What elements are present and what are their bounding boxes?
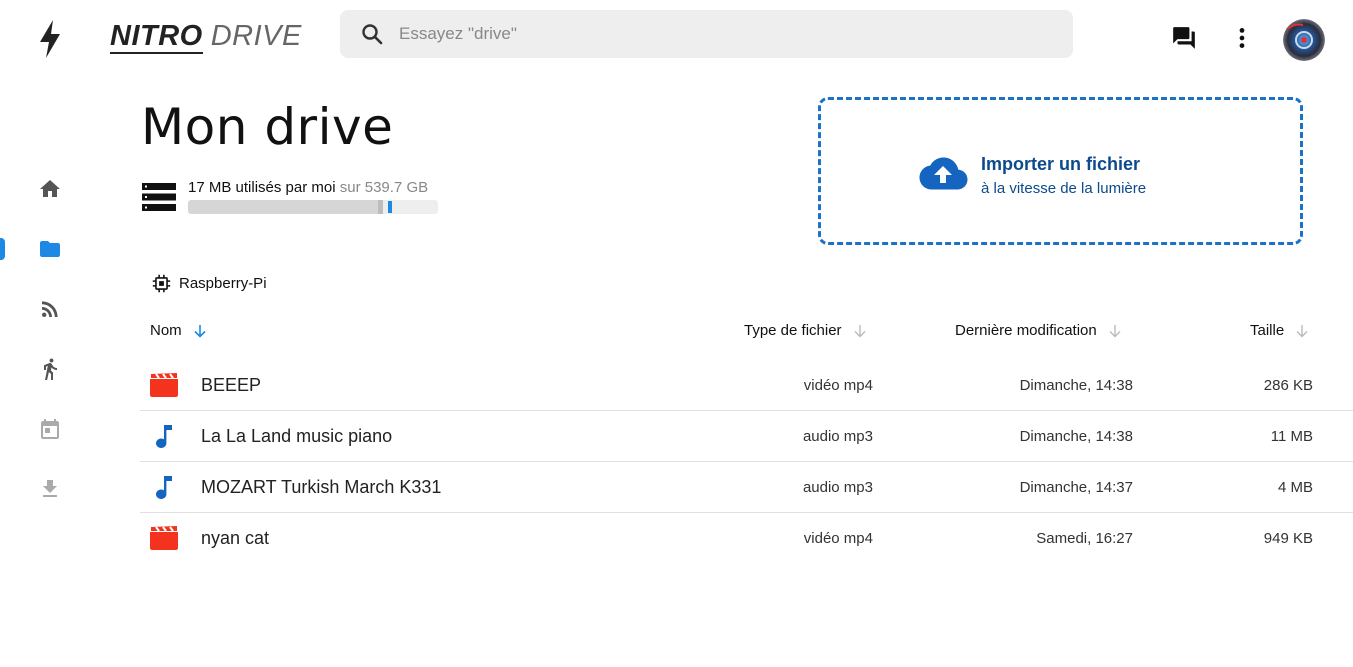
chip-icon: [152, 274, 171, 293]
file-name: BEEEP: [201, 375, 262, 395]
sidebar-active-indicator: [0, 238, 5, 260]
file-modified: Samedi, 16:27: [1036, 530, 1133, 547]
storage-progress-marker: [378, 200, 383, 214]
search-icon: [362, 24, 383, 45]
column-header-name[interactable]: Nom: [150, 322, 208, 339]
device-name: Raspberry-Pi: [179, 275, 267, 292]
file-modified: Dimanche, 14:37: [1019, 479, 1133, 496]
running-person-icon[interactable]: [38, 357, 62, 381]
page-title: Mon drive: [141, 98, 394, 156]
table-row[interactable]: nyan cat vidéo mp4 Samedi, 16:27 949 KB: [140, 513, 1353, 564]
column-header-modified[interactable]: Dernière modification: [955, 322, 1123, 339]
file-name: La La Land music piano: [201, 426, 393, 446]
storage-progress-fill: [188, 200, 378, 214]
file-modified: Dimanche, 14:38: [1019, 428, 1133, 445]
table-row[interactable]: BEEEP vidéo mp4 Dimanche, 14:38 286 KB: [140, 360, 1353, 411]
sort-arrow-down-icon: [1109, 324, 1121, 337]
video-icon: [150, 373, 178, 397]
column-label: Nom: [150, 322, 182, 339]
table-row[interactable]: MOZART Turkish March K331 audio mp3 Dima…: [140, 462, 1353, 513]
file-type: vidéo mp4: [803, 530, 873, 547]
storage-usage-text: 17 MB utilisés par moi sur 539.7 GB: [188, 179, 428, 196]
storage-total: sur 539.7 GB: [339, 179, 429, 196]
logo-light-text: DRIVE: [210, 20, 302, 52]
device-breadcrumb[interactable]: Raspberry-Pi: [152, 274, 267, 293]
file-type: vidéo mp4: [803, 377, 873, 394]
file-modified: Dimanche, 14:38: [1019, 377, 1133, 394]
logo-bold-text: NITRO: [110, 20, 203, 54]
file-size: 11 MB: [1270, 428, 1313, 445]
file-name: MOZART Turkish March K331: [201, 477, 442, 497]
rss-feed-icon[interactable]: [38, 297, 62, 321]
music-note-icon: [156, 425, 172, 448]
column-label: Type de fichier: [744, 322, 842, 339]
storage-icon: [142, 183, 176, 211]
upload-title: Importer un fichier: [981, 154, 1141, 174]
search-bar[interactable]: [340, 10, 1073, 58]
upload-subtitle: à la vitesse de la lumière: [981, 180, 1147, 197]
sort-arrow-down-icon: [854, 324, 866, 337]
file-name: nyan cat: [201, 528, 270, 548]
music-note-icon: [156, 476, 172, 499]
column-label: Dernière modification: [955, 322, 1097, 339]
column-header-size[interactable]: Taille: [1250, 322, 1310, 339]
storage-used: 17 MB utilisés par moi: [188, 179, 336, 196]
more-vert-icon[interactable]: [1229, 25, 1255, 51]
file-type: audio mp3: [802, 479, 873, 496]
search-input[interactable]: [399, 24, 999, 44]
avatar[interactable]: [1283, 19, 1325, 61]
column-label: Taille: [1250, 322, 1285, 339]
column-header-type[interactable]: Type de fichier: [744, 322, 868, 339]
app-logo[interactable]: NITRO DRIVE: [110, 20, 302, 54]
calendar-icon[interactable]: [38, 417, 62, 441]
storage-progress-indicator: [388, 201, 392, 213]
table-row[interactable]: La La Land music piano audio mp3 Dimanch…: [140, 411, 1353, 462]
download-icon[interactable]: [38, 477, 62, 501]
sort-arrow-down-icon: [194, 324, 206, 338]
forum-icon[interactable]: [1171, 25, 1197, 51]
lightning-bolt-icon[interactable]: [38, 20, 62, 58]
upload-dropzone[interactable]: Importer un fichier à la vitesse de la l…: [818, 97, 1303, 245]
file-type: audio mp3: [802, 428, 873, 445]
sort-arrow-down-icon: [1296, 324, 1308, 337]
home-icon[interactable]: [38, 177, 62, 201]
cloud-upload-icon: [919, 157, 968, 190]
file-size: 286 KB: [1263, 377, 1313, 394]
storage-progress-bar: [188, 200, 438, 214]
file-size: 4 MB: [1277, 479, 1313, 496]
folder-icon[interactable]: [38, 237, 62, 261]
table-header: Nom Type de fichier Dernière modificatio…: [140, 316, 1353, 346]
video-icon: [150, 526, 178, 550]
file-size: 949 KB: [1263, 530, 1313, 547]
